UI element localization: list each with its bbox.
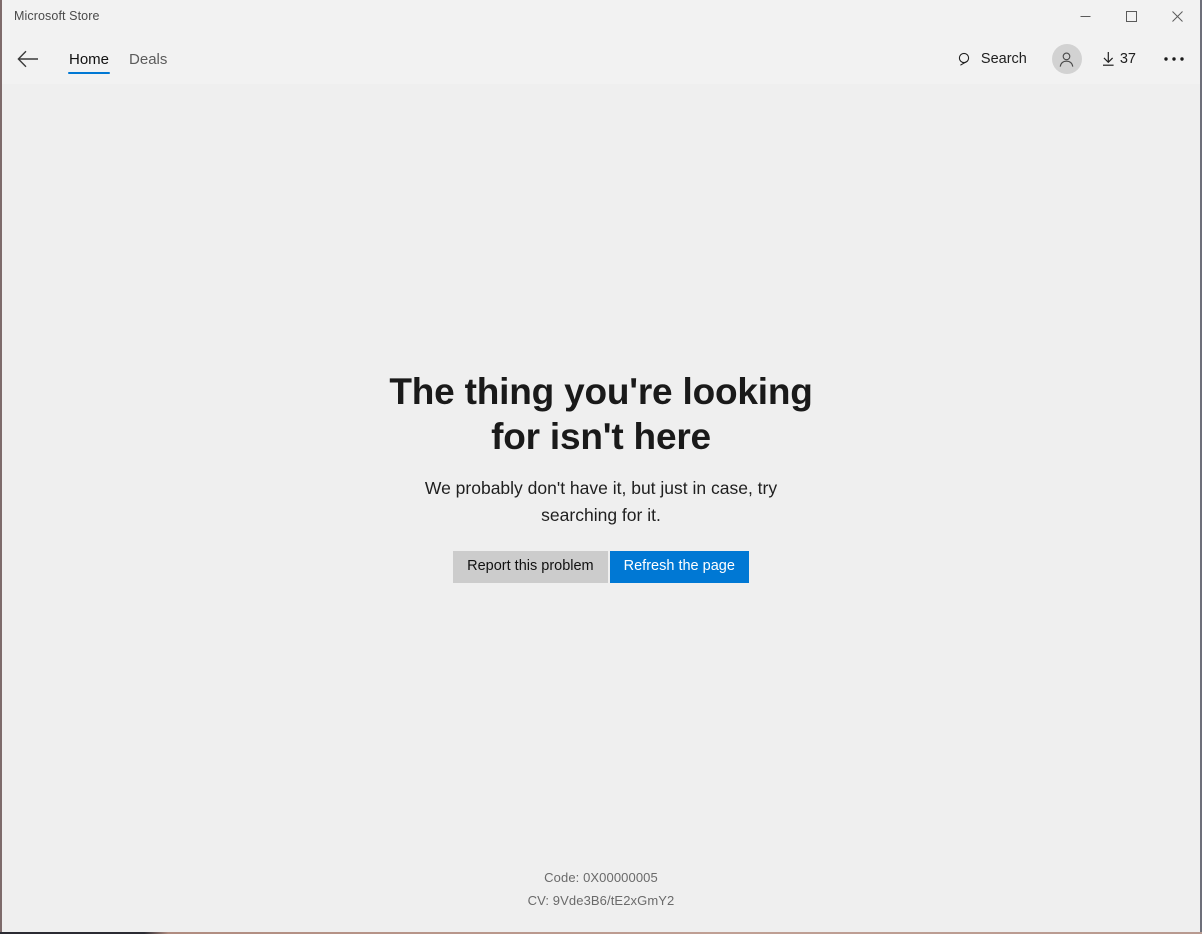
- error-title: The thing you're looking for isn't here: [389, 371, 813, 458]
- account-avatar-icon: [1060, 52, 1074, 67]
- error-correlation-vector: CV: 9Vde3B6/tE2xGmY2: [527, 893, 675, 908]
- microsoft-store-window: Microsoft Store Home Deals Search 37 The…: [0, 0, 1202, 934]
- search-icon: [958, 52, 970, 66]
- ellipsis-icon: [1163, 57, 1184, 61]
- content-area: The thing you're looking for isn't here …: [2, 84, 1200, 932]
- nav-bar-right-group: Search 37: [948, 34, 1200, 84]
- title-bar[interactable]: Microsoft Store: [2, 0, 1200, 34]
- window-controls: [1062, 0, 1200, 32]
- report-problem-button[interactable]: Report this problem: [453, 550, 608, 583]
- downloads-count: 37: [1119, 51, 1136, 67]
- error-subtitle: We probably don't have it, but just in c…: [424, 478, 778, 526]
- more-options-button[interactable]: [1150, 39, 1194, 79]
- downloads-button[interactable]: 37: [1093, 43, 1144, 75]
- download-arrow-icon: [1102, 52, 1114, 66]
- back-button[interactable]: [6, 39, 50, 79]
- minimize-button[interactable]: [1062, 0, 1108, 32]
- error-message-block: The thing you're looking for isn't here …: [2, 369, 1200, 583]
- search-label: Search: [980, 51, 1027, 67]
- navigation-bar: Home Deals Search 37: [2, 34, 1200, 84]
- maximize-icon: [1125, 10, 1137, 22]
- refresh-page-button[interactable]: Refresh the page: [609, 550, 749, 583]
- error-codes: Code: 0X00000005 CV: 9Vde3B6/tE2xGmY2: [2, 870, 1200, 908]
- error-code: Code: 0X00000005: [544, 870, 658, 885]
- error-actions: Report this problem Refresh the page: [453, 550, 749, 583]
- search-button[interactable]: Search: [948, 43, 1037, 75]
- account-button[interactable]: [1047, 39, 1087, 79]
- window-title: Microsoft Store: [14, 9, 100, 23]
- tab-deals-label: Deals: [129, 50, 168, 68]
- avatar: [1051, 44, 1082, 74]
- nav-tabs: Home Deals: [59, 34, 177, 84]
- tab-home[interactable]: Home: [59, 34, 119, 84]
- tab-home-label: Home: [69, 50, 110, 68]
- tab-deals[interactable]: Deals: [119, 34, 177, 84]
- close-button[interactable]: [1154, 0, 1200, 32]
- back-arrow-icon: [17, 50, 38, 68]
- minimize-icon: [1080, 15, 1090, 17]
- close-icon: [1171, 10, 1183, 22]
- maximize-button[interactable]: [1108, 0, 1154, 32]
